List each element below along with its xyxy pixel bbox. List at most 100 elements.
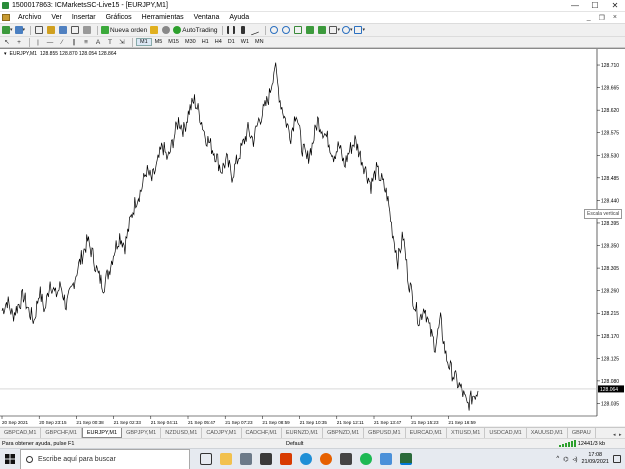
taskbar-search[interactable]: Escribe aquí para buscar xyxy=(20,448,190,469)
tab-cadchf[interactable]: CADCHF,M1 xyxy=(242,428,282,438)
timeframe-h1[interactable]: H1 xyxy=(199,39,212,45)
metatrader-icon[interactable] xyxy=(400,453,412,465)
vertical-line-button[interactable]: | xyxy=(33,37,43,47)
connection-traffic: 12441/3 kb xyxy=(577,440,605,447)
chart-window[interactable]: ▾ EURJPY,M1 128.855 128.870 128.054 128.… xyxy=(0,48,625,426)
clock[interactable]: 17:08 21/09/2021 xyxy=(581,452,609,466)
maximize-button[interactable]: ☐ xyxy=(585,0,605,12)
tab-cadjpy[interactable]: CADJPY,M1 xyxy=(202,428,242,438)
tester-button[interactable] xyxy=(82,25,92,35)
task-view-icon[interactable] xyxy=(200,453,212,465)
signals-button[interactable] xyxy=(161,25,171,35)
timeframe-m5[interactable]: M5 xyxy=(152,39,166,45)
x-tick-label: 21 Sep 05:47 xyxy=(188,420,216,425)
y-tick-label: 128.710 xyxy=(601,63,619,69)
line-chart-button[interactable] xyxy=(250,24,260,36)
child-restore-button[interactable]: ❐ xyxy=(599,14,605,22)
zoom-in-button[interactable] xyxy=(269,25,279,35)
timeframe-w1[interactable]: W1 xyxy=(238,39,252,45)
tab-gbpaud[interactable]: GBPAU xyxy=(568,428,596,438)
menu-ventana[interactable]: Ventana xyxy=(189,14,225,21)
menu-ayuda[interactable]: Ayuda xyxy=(224,14,254,21)
tab-gbpjpy[interactable]: GBPJPY,M1 xyxy=(122,428,162,438)
minimize-button[interactable]: — xyxy=(565,0,585,12)
navigator-button[interactable] xyxy=(58,25,68,35)
tab-gbpchf[interactable]: GBPCHF,M1 xyxy=(41,428,82,438)
office-icon[interactable] xyxy=(280,453,292,465)
autoscroll-button[interactable] xyxy=(305,25,315,35)
close-button[interactable]: ✕ xyxy=(605,0,625,12)
profiles-button[interactable]: ▾ xyxy=(14,25,25,35)
zoom-out-button[interactable] xyxy=(281,25,291,35)
network-icon[interactable]: ⌬ xyxy=(563,456,568,463)
clock-time: 17:08 xyxy=(588,452,603,458)
start-button[interactable] xyxy=(0,449,20,469)
signals-icon xyxy=(162,26,171,34)
menu-insertar[interactable]: Insertar xyxy=(67,14,101,21)
metaeditor-button[interactable] xyxy=(149,25,159,35)
tab-eurjpy[interactable]: EURJPY,M1 xyxy=(81,428,123,438)
channel-button[interactable]: ∥ xyxy=(69,37,79,47)
autotrading-button[interactable]: AutoTrading xyxy=(173,25,217,35)
standard-toolbar: ▾ ▾ Nueva orden AutoTrading ▾ ▾ ▾ xyxy=(0,23,625,36)
candlestick-button[interactable] xyxy=(238,25,248,35)
mail-icon[interactable] xyxy=(240,453,252,465)
tab-eurnzd[interactable]: EURNZD,M1 xyxy=(282,428,324,438)
tab-gbpusd[interactable]: GBPUSD,M1 xyxy=(364,428,406,438)
tab-xtiusd[interactable]: XTIUSD,M1 xyxy=(447,428,486,438)
horizontal-line-button[interactable]: — xyxy=(45,37,55,47)
tab-eurcad[interactable]: EURCAD,M1 xyxy=(406,428,447,438)
new-order-button[interactable]: Nueva orden xyxy=(101,25,147,35)
periods-button[interactable]: ▾ xyxy=(341,25,352,35)
trendline-button[interactable]: ⁄ xyxy=(57,37,67,47)
tray-chevron-icon[interactable]: ^ xyxy=(556,456,559,462)
notifications-icon[interactable] xyxy=(613,455,621,463)
menu-ver[interactable]: Ver xyxy=(46,14,67,21)
tile-windows-button[interactable] xyxy=(293,25,303,35)
chart-shift-button[interactable] xyxy=(317,25,327,35)
indicators-button[interactable]: ▾ xyxy=(329,25,340,35)
child-minimize-button[interactable]: _ xyxy=(587,14,591,22)
arrows-button[interactable]: ⇲ xyxy=(117,37,127,47)
data-window-button[interactable] xyxy=(46,25,56,35)
crosshair-button[interactable]: + xyxy=(14,37,24,47)
menu-archivo[interactable]: Archivo xyxy=(13,14,46,21)
fibonacci-button[interactable]: ≡ xyxy=(81,37,91,47)
photos-icon[interactable] xyxy=(380,453,392,465)
tab-usdcad[interactable]: USDCAD,M1 xyxy=(485,428,527,438)
terminal-button[interactable] xyxy=(70,25,80,35)
bar-chart-button[interactable] xyxy=(226,25,236,35)
timeframe-m15[interactable]: M15 xyxy=(165,39,182,45)
price-series-line xyxy=(1,62,479,411)
system-tray: ^ ⌬ ◃) 17:08 21/09/2021 xyxy=(556,452,625,466)
templates-button[interactable]: ▾ xyxy=(354,25,365,35)
timeframe-h4[interactable]: H4 xyxy=(212,39,225,45)
store-icon[interactable] xyxy=(260,453,272,465)
new-chart-button[interactable]: ▾ xyxy=(2,25,13,35)
market-watch-button[interactable] xyxy=(34,25,44,35)
tab-xauusd[interactable]: XAUUSD,M1 xyxy=(527,428,568,438)
windows-logo-icon xyxy=(5,454,15,464)
child-close-button[interactable]: × xyxy=(613,14,617,22)
spotify-icon[interactable] xyxy=(360,453,372,465)
timeframe-m30[interactable]: M30 xyxy=(182,39,199,45)
menu-herramientas[interactable]: Herramientas xyxy=(137,14,189,21)
y-tick-label: 128.305 xyxy=(601,266,619,272)
menu-graficos[interactable]: Gráficos xyxy=(101,14,137,21)
volume-icon[interactable]: ◃) xyxy=(572,456,577,463)
edge-icon[interactable] xyxy=(300,453,312,465)
timeframe-d1[interactable]: D1 xyxy=(225,39,238,45)
tab-gbpnzd[interactable]: GBPNZD,M1 xyxy=(323,428,365,438)
timeframe-mn[interactable]: MN xyxy=(252,39,267,45)
tab-gbpcad[interactable]: GBPCAD,M1 xyxy=(0,428,42,438)
cursor-button[interactable]: ↖ xyxy=(2,37,12,47)
tab-nzdusd[interactable]: NZDUSD,M1 xyxy=(161,428,203,438)
status-profile: Default xyxy=(286,440,304,447)
label-button[interactable]: T xyxy=(105,37,115,47)
timeframe-m1[interactable]: M1 xyxy=(136,38,152,46)
terminal-app-icon[interactable] xyxy=(340,453,352,465)
price-chart[interactable]: 128.710 128.665 128.620 128.575 128.530 128.4… xyxy=(0,49,625,427)
text-button[interactable]: A xyxy=(93,37,103,47)
file-explorer-icon[interactable] xyxy=(220,453,232,465)
firefox-icon[interactable] xyxy=(320,453,332,465)
